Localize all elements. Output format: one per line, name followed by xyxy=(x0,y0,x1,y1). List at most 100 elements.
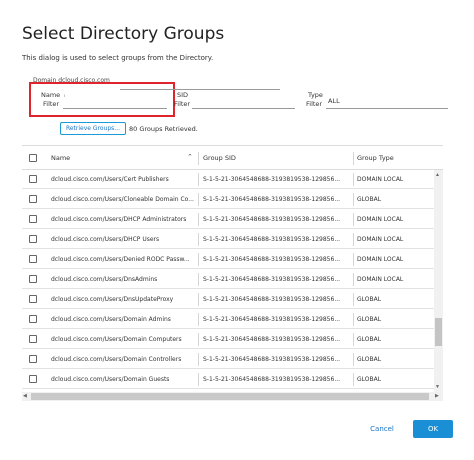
groups-table: Name ⌃ Group SID Group Type dcloud.cisco… xyxy=(22,145,443,401)
cell-name: dcloud.cisco.com/Users/DHCP Administrato… xyxy=(51,216,187,223)
cell-name: dcloud.cisco.com/Users/Domain Admins xyxy=(51,316,171,323)
cell-group-type: DOMAIN LOCAL xyxy=(357,276,404,283)
cell-name: dcloud.cisco.com/Users/DnsUpdateProxy xyxy=(51,296,174,303)
sid-filter-label-2: Filter xyxy=(174,100,191,108)
type-filter-label-2: Filter xyxy=(306,100,323,108)
column-divider xyxy=(198,293,199,306)
table-row[interactable]: dcloud.cisco.com/Users/DnsUpdateProxy S-1… xyxy=(22,290,434,309)
cell-group-type: GLOBAL xyxy=(357,316,382,323)
vertical-scrollbar[interactable]: ▲ ▼ xyxy=(434,170,443,392)
type-filter-underline xyxy=(326,108,448,109)
table-row[interactable]: dcloud.cisco.com/Users/Domain Admins S-1-… xyxy=(22,310,434,329)
row-checkbox[interactable] xyxy=(29,295,37,303)
table-row[interactable]: dcloud.cisco.com/Users/Cert Publishers S-… xyxy=(22,170,434,189)
cell-group-type: DOMAIN LOCAL xyxy=(357,256,404,263)
cell-group-type: DOMAIN LOCAL xyxy=(357,236,404,243)
cell-name: dcloud.cisco.com/Users/Domain Computers xyxy=(51,336,182,343)
horizontal-scroll-thumb[interactable] xyxy=(31,393,429,400)
table-row[interactable]: dcloud.cisco.com/Users/DHCP Users S-1-5-2… xyxy=(22,230,434,249)
row-checkbox[interactable] xyxy=(29,215,37,223)
column-divider xyxy=(353,373,354,386)
column-header-group-type[interactable]: Group Type xyxy=(357,154,394,162)
column-header-name[interactable]: Name xyxy=(51,154,70,162)
domain-underline xyxy=(120,89,280,90)
arrow-right-icon[interactable]: ▶ xyxy=(435,393,439,400)
cell-group-type: GLOBAL xyxy=(357,296,382,303)
cell-group-type: DOMAIN LOCAL xyxy=(357,216,404,223)
type-filter-label-1: Type xyxy=(308,91,323,99)
row-checkbox[interactable] xyxy=(29,275,37,283)
column-header-group-sid[interactable]: Group SID xyxy=(203,154,236,162)
column-divider xyxy=(353,173,354,186)
sid-filter-input[interactable] xyxy=(192,108,295,109)
ok-button[interactable]: OK xyxy=(413,420,453,438)
column-divider xyxy=(353,233,354,246)
vertical-scroll-thumb[interactable] xyxy=(435,318,442,346)
column-divider xyxy=(353,353,354,366)
table-row[interactable]: dcloud.cisco.com/Users/Denied RODC Passw… xyxy=(22,250,434,269)
table-row[interactable]: dcloud.cisco.com/Users/DnsAdmins S-1-5-21… xyxy=(22,270,434,289)
row-checkbox[interactable] xyxy=(29,175,37,183)
column-divider xyxy=(198,193,199,206)
column-divider xyxy=(198,333,199,346)
cell-group-sid: S-1-5-21-3064548688-3193819538-129856... xyxy=(203,336,341,343)
column-divider xyxy=(353,253,354,266)
table-row[interactable]: dcloud.cisco.com/Users/DHCP Administrato… xyxy=(22,210,434,229)
column-divider xyxy=(353,333,354,346)
horizontal-scrollbar[interactable]: ◀ ▶ xyxy=(22,392,443,401)
column-divider xyxy=(353,313,354,326)
column-divider xyxy=(198,373,199,386)
sort-ascending-icon[interactable]: ⌃ xyxy=(187,153,193,161)
column-divider[interactable] xyxy=(353,152,354,165)
table-row[interactable]: dcloud.cisco.com/Users/Domain Controller… xyxy=(22,350,434,369)
table-row[interactable]: dcloud.cisco.com/Users/Domain Guests S-1-… xyxy=(22,370,434,389)
arrow-down-icon[interactable]: ▼ xyxy=(435,384,440,390)
cell-name: dcloud.cisco.com/Users/Denied RODC Passw… xyxy=(51,256,190,263)
row-checkbox[interactable] xyxy=(29,335,37,343)
column-divider xyxy=(198,213,199,226)
row-checkbox[interactable] xyxy=(29,235,37,243)
cell-name: dcloud.cisco.com/Users/DHCP Users xyxy=(51,236,160,243)
column-divider xyxy=(353,293,354,306)
table-row[interactable]: dcloud.cisco.com/Users/Domain Computers S… xyxy=(22,330,434,349)
retrieved-count: 80 Groups Retrieved. xyxy=(129,125,198,133)
cell-name: dcloud.cisco.com/Users/DnsAdmins xyxy=(51,276,158,283)
cell-name: dcloud.cisco.com/Users/Cloneable Domain … xyxy=(51,196,194,203)
type-filter-select[interactable]: ALL xyxy=(328,97,340,105)
cell-group-sid: S-1-5-21-3064548688-3193819538-129856... xyxy=(203,316,341,323)
cell-group-sid: S-1-5-21-3064548688-3193819538-129856... xyxy=(203,196,341,203)
retrieve-groups-button[interactable]: Retrieve Groups... xyxy=(60,122,126,135)
cell-group-sid: S-1-5-21-3064548688-3193819538-129856... xyxy=(203,296,341,303)
cell-group-sid: S-1-5-21-3064548688-3193819538-129856... xyxy=(203,256,341,263)
dialog-title: Select Directory Groups xyxy=(22,24,225,44)
cancel-button[interactable]: Cancel xyxy=(362,421,402,437)
cell-group-type: GLOBAL xyxy=(357,376,382,383)
cell-group-type: DOMAIN LOCAL xyxy=(357,176,404,183)
column-divider xyxy=(198,353,199,366)
row-checkbox[interactable] xyxy=(29,375,37,383)
column-divider[interactable] xyxy=(198,152,199,165)
table-row[interactable]: dcloud.cisco.com/Users/Cloneable Domain … xyxy=(22,190,434,209)
select-all-checkbox[interactable] xyxy=(29,154,37,162)
cell-group-sid: S-1-5-21-3064548688-3193819538-129856... xyxy=(203,376,341,383)
table-header: Name ⌃ Group SID Group Type xyxy=(22,146,443,170)
sid-filter-label-1: SID xyxy=(177,91,189,99)
cell-group-type: GLOBAL xyxy=(357,336,382,343)
column-divider xyxy=(353,193,354,206)
cell-name: dcloud.cisco.com/Users/Domain Controller… xyxy=(51,356,182,363)
cell-group-sid: S-1-5-21-3064548688-3193819538-129856... xyxy=(203,276,341,283)
row-checkbox[interactable] xyxy=(29,195,37,203)
row-checkbox[interactable] xyxy=(29,315,37,323)
cell-group-sid: S-1-5-21-3064548688-3193819538-129856... xyxy=(203,236,341,243)
arrow-left-icon[interactable]: ◀ xyxy=(23,393,27,400)
cell-name: dcloud.cisco.com/Users/Domain Guests xyxy=(51,376,170,383)
arrow-up-icon[interactable]: ▲ xyxy=(435,172,440,178)
row-checkbox[interactable] xyxy=(29,255,37,263)
column-divider xyxy=(198,173,199,186)
column-divider xyxy=(198,253,199,266)
cell-group-type: GLOBAL xyxy=(357,356,382,363)
column-divider xyxy=(353,273,354,286)
cell-name: dcloud.cisco.com/Users/Cert Publishers xyxy=(51,176,169,183)
row-checkbox[interactable] xyxy=(29,355,37,363)
column-divider xyxy=(198,273,199,286)
